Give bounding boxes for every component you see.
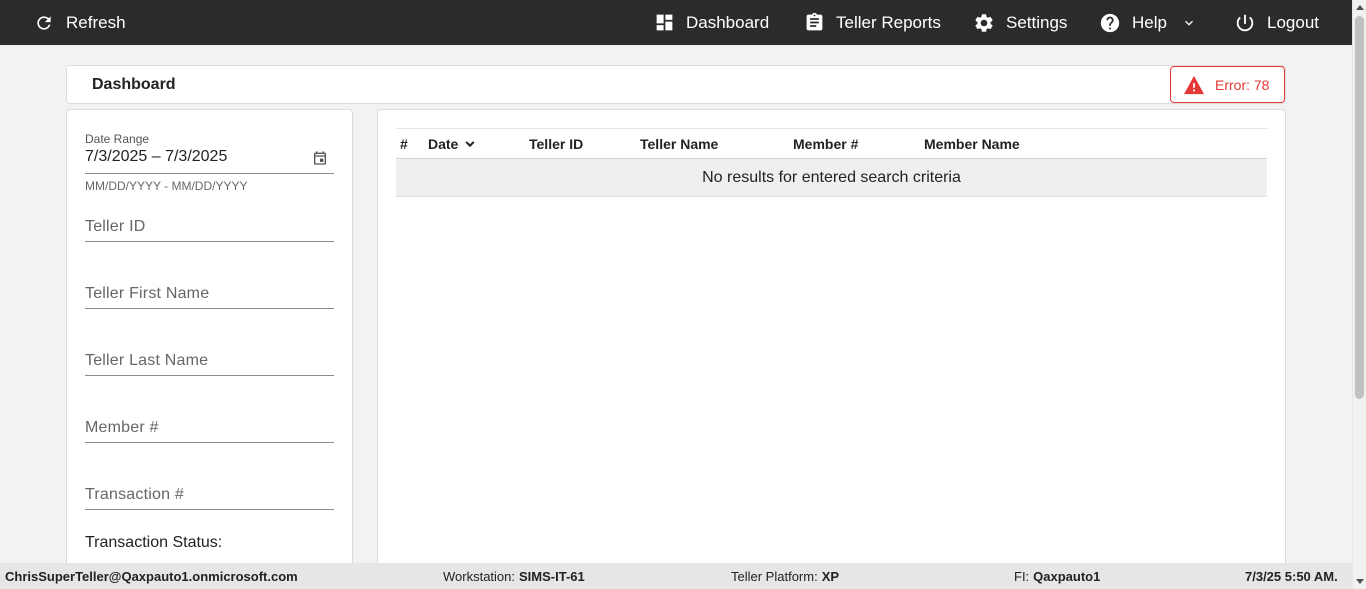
- transaction-number-placeholder: Transaction #: [85, 486, 184, 503]
- help-circle-icon: [1099, 12, 1121, 34]
- page-title: Dashboard: [92, 76, 176, 93]
- sort-descending-icon: [465, 141, 475, 148]
- field-underline: [85, 241, 334, 242]
- error-badge[interactable]: Error: 78: [1170, 66, 1285, 103]
- status-workstation-value: SIMS-IT-61: [519, 568, 585, 584]
- column-header-date[interactable]: Date: [428, 129, 478, 159]
- date-range-input[interactable]: 7/3/2025 – 7/3/2025: [85, 148, 227, 166]
- refresh-button[interactable]: Refresh: [34, 0, 126, 45]
- teller-last-name-field[interactable]: Teller Last Name: [85, 344, 334, 376]
- top-nav-bar: Refresh Dashboard Teller Reports Setting…: [0, 0, 1352, 45]
- warning-icon: [1183, 75, 1205, 95]
- filter-panel: Date Range 7/3/2025 – 7/3/2025 MM/DD/YYY…: [66, 109, 353, 579]
- column-header-member-number[interactable]: Member #: [793, 129, 858, 159]
- column-header-teller-name[interactable]: Teller Name: [640, 129, 718, 159]
- scroll-thumb[interactable]: [1355, 16, 1364, 399]
- gear-icon: [973, 12, 995, 34]
- member-number-field[interactable]: Member #: [85, 411, 334, 443]
- teller-id-placeholder: Teller ID: [85, 218, 146, 235]
- results-panel: # Date Teller ID Teller Name Member # Me…: [377, 109, 1286, 579]
- scroll-up-arrow[interactable]: [1356, 5, 1364, 10]
- field-underline: [85, 308, 334, 309]
- field-underline: [85, 509, 334, 510]
- table-header-row: # Date Teller ID Teller Name Member # Me…: [396, 128, 1267, 159]
- status-workstation: Workstation: SIMS-IT-61: [443, 563, 585, 589]
- dashboard-icon: [654, 12, 675, 33]
- field-underline: [85, 442, 334, 443]
- teller-first-name-field[interactable]: Teller First Name: [85, 277, 334, 309]
- status-datetime: 7/3/25 5:50 AM.: [1245, 563, 1338, 589]
- nav-dashboard-label: Dashboard: [686, 12, 770, 32]
- member-number-placeholder: Member #: [85, 419, 159, 436]
- status-fi: FI: Qaxpauto1: [1014, 563, 1100, 589]
- status-workstation-label: Workstation:: [443, 568, 516, 584]
- clipboard-icon: [804, 12, 825, 33]
- column-header-date-label: Date: [428, 136, 459, 152]
- logout-label: Logout: [1267, 12, 1319, 32]
- status-fi-value: Qaxpauto1: [1033, 568, 1101, 584]
- teller-last-name-placeholder: Teller Last Name: [85, 352, 209, 369]
- status-user-email: ChrisSuperTeller@Qaxpauto1.onmicrosoft.c…: [5, 568, 298, 584]
- chevron-down-icon: [1181, 15, 1197, 31]
- refresh-label: Refresh: [66, 12, 126, 32]
- nav-dashboard[interactable]: Dashboard: [654, 0, 769, 45]
- page-header: Dashboard Error: 78: [66, 65, 1286, 104]
- column-header-teller-id[interactable]: Teller ID: [529, 129, 583, 159]
- nav-help-menu[interactable]: Help: [1099, 0, 1197, 45]
- scroll-down-arrow[interactable]: [1356, 579, 1364, 584]
- date-range-field[interactable]: Date Range 7/3/2025 – 7/3/2025: [85, 132, 334, 174]
- date-format-hint: MM/DD/YYYY - MM/DD/YYYY: [85, 179, 248, 193]
- error-count: Error: 78: [1215, 76, 1270, 93]
- nav-teller-reports[interactable]: Teller Reports: [804, 0, 941, 45]
- nav-settings[interactable]: Settings: [973, 0, 1067, 45]
- date-range-underline: [85, 173, 334, 174]
- transaction-status-label: Transaction Status:: [85, 534, 223, 551]
- nav-settings-label: Settings: [1006, 12, 1068, 32]
- nav-help-label: Help: [1132, 12, 1167, 32]
- status-platform-label: Teller Platform:: [731, 568, 818, 584]
- calendar-icon[interactable]: [312, 150, 328, 166]
- field-underline: [85, 375, 334, 376]
- column-header-number[interactable]: #: [400, 129, 408, 159]
- status-fi-label: FI:: [1014, 568, 1030, 584]
- nav-teller-reports-label: Teller Reports: [836, 12, 941, 32]
- status-user: ChrisSuperTeller@Qaxpauto1.onmicrosoft.c…: [5, 563, 298, 589]
- status-platform: Teller Platform: XP: [731, 563, 839, 589]
- column-header-member-name[interactable]: Member Name: [924, 129, 1020, 159]
- date-range-label: Date Range: [85, 132, 150, 146]
- refresh-icon: [34, 13, 66, 33]
- vertical-scrollbar[interactable]: [1352, 0, 1366, 589]
- status-datetime-value: 7/3/25 5:50 AM.: [1245, 568, 1338, 584]
- teller-first-name-placeholder: Teller First Name: [85, 285, 210, 302]
- empty-results-message: No results for entered search criteria: [396, 159, 1267, 197]
- power-icon: [1234, 12, 1256, 34]
- teller-id-field[interactable]: Teller ID: [85, 210, 334, 242]
- status-bar: ChrisSuperTeller@Qaxpauto1.onmicrosoft.c…: [0, 563, 1352, 589]
- status-platform-value: XP: [821, 568, 840, 584]
- logout-button[interactable]: Logout: [1234, 0, 1319, 45]
- transaction-number-field[interactable]: Transaction #: [85, 478, 334, 510]
